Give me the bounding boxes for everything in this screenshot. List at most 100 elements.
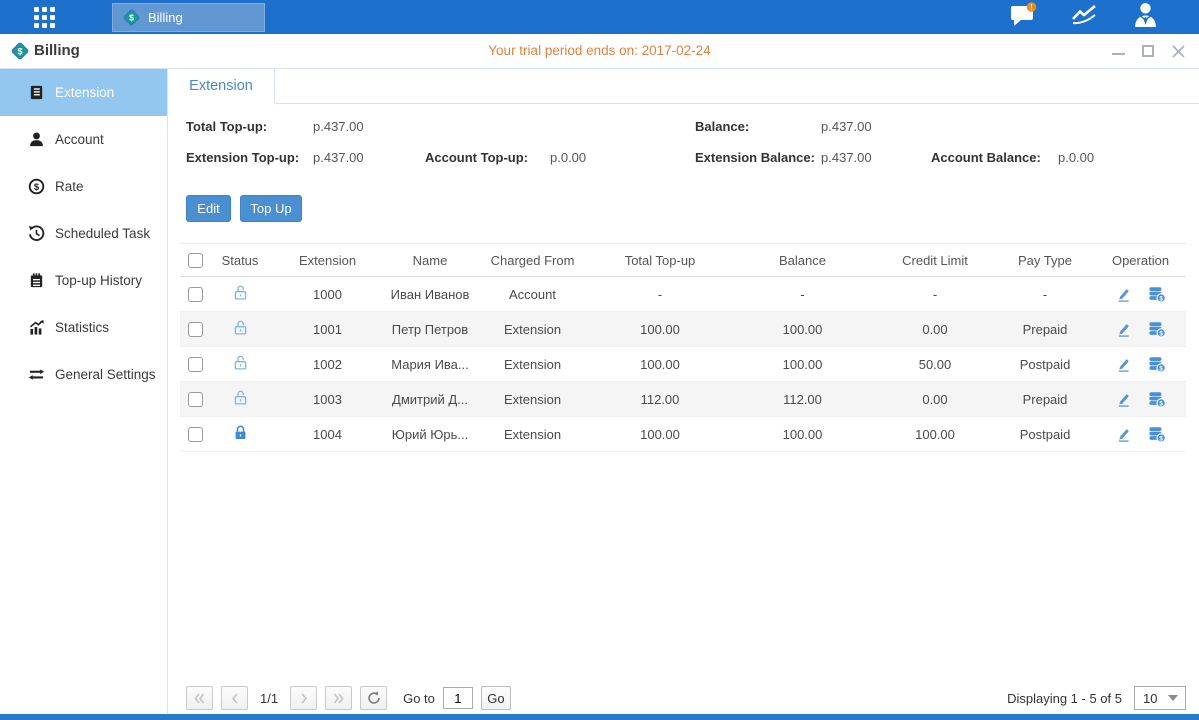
svg-text:$: $ [1159, 400, 1163, 407]
svg-text:!: ! [1030, 3, 1033, 12]
sidebar-item-statistics[interactable]: Statistics [0, 304, 167, 351]
cell-credit-limit: 0.00 [875, 312, 995, 347]
cell-extension: 1001 [270, 312, 385, 347]
window-titlebar: $ Billing Your trial period ends on: 201… [0, 34, 1199, 69]
status-locked-icon [232, 424, 249, 441]
edit-pencil-icon[interactable] [1115, 321, 1132, 338]
edit-pencil-icon[interactable] [1115, 426, 1132, 443]
topup-coins-icon[interactable]: $ [1148, 390, 1166, 408]
sidebar-item-scheduled-task[interactable]: Scheduled Task [0, 210, 167, 257]
cell-name: Юрий Юрь... [385, 417, 475, 452]
first-page-button[interactable] [186, 686, 213, 710]
row-checkbox[interactable] [188, 287, 203, 302]
minimize-button[interactable] [1111, 44, 1125, 58]
edit-pencil-icon[interactable] [1115, 356, 1132, 373]
sidebar-item-topup-history[interactable]: Top-up History [0, 257, 167, 304]
col-extension: Extension [270, 244, 385, 277]
sidebar-item-label: General Settings [55, 367, 156, 382]
cell-charged-from: Account [475, 277, 590, 312]
extension-book-icon [28, 84, 45, 101]
svg-text:$: $ [1159, 435, 1163, 442]
col-total-topup: Total Top-up [590, 244, 730, 277]
statistics-chart-icon[interactable] [1071, 3, 1098, 31]
cell-credit-limit: - [875, 277, 995, 312]
messages-icon[interactable]: ! [1010, 2, 1037, 32]
sidebar-item-extension[interactable]: Extension [0, 69, 167, 116]
balance-label: Balance: [695, 119, 749, 134]
scheduled-task-clock-icon [28, 225, 45, 242]
col-balance: Balance [730, 244, 875, 277]
sidebar-item-account[interactable]: Account [0, 116, 167, 163]
sidebar-item-label: Account [55, 132, 104, 147]
account-topup-label: Account Top-up: [425, 150, 528, 165]
cell-total-topup: 100.00 [590, 312, 730, 347]
edit-button[interactable]: Edit [186, 195, 231, 222]
tab-extension[interactable]: Extension [168, 69, 275, 104]
close-button[interactable] [1171, 44, 1185, 58]
row-checkbox[interactable] [188, 322, 203, 337]
window-bottom-border [0, 714, 1199, 720]
sidebar-item-rate[interactable]: $ Rate [0, 163, 167, 210]
total-topup-value: p.437.00 [313, 119, 364, 134]
extension-table: Status Extension Name Charged From Total… [180, 243, 1186, 452]
cell-total-topup: 100.00 [590, 417, 730, 452]
main-content: Extension Total Top-up: p.437.00 Balance… [168, 69, 1199, 714]
account-balance-label: Account Balance: [931, 150, 1041, 165]
cell-extension: 1000 [270, 277, 385, 312]
cell-extension: 1003 [270, 382, 385, 417]
topup-coins-icon[interactable]: $ [1148, 425, 1166, 443]
row-checkbox[interactable] [188, 392, 203, 407]
cell-pay-type: Postpaid [995, 347, 1095, 382]
trial-notice: Your trial period ends on: 2017-02-24 [0, 34, 1199, 68]
topup-coins-icon[interactable]: $ [1148, 320, 1166, 338]
row-checkbox[interactable] [188, 357, 203, 372]
last-page-button[interactable] [325, 686, 352, 710]
general-settings-sliders-icon [28, 366, 45, 383]
select-all-checkbox[interactable] [188, 253, 203, 268]
cell-credit-limit: 0.00 [875, 382, 995, 417]
cell-total-topup: - [590, 277, 730, 312]
svg-text:$: $ [1159, 365, 1163, 372]
col-operation: Operation [1095, 244, 1186, 277]
extension-balance-label: Extension Balance: [695, 150, 815, 165]
prev-page-button[interactable] [221, 686, 248, 710]
maximize-button[interactable] [1141, 44, 1155, 58]
sidebar-item-general-settings[interactable]: General Settings [0, 351, 167, 398]
go-button[interactable]: Go [481, 686, 511, 710]
pagination-summary: Displaying 1 - 5 of 5 10 [1007, 685, 1186, 711]
refresh-button[interactable] [360, 686, 387, 710]
user-icon[interactable] [1132, 1, 1159, 33]
row-checkbox[interactable] [188, 427, 203, 442]
status-unlocked-icon [232, 319, 249, 336]
cell-charged-from: Extension [475, 382, 590, 417]
table-header-row: Status Extension Name Charged From Total… [180, 244, 1186, 277]
cell-extension: 1002 [270, 347, 385, 382]
goto-page-input[interactable] [443, 687, 473, 709]
total-topup-label: Total Top-up: [186, 119, 267, 134]
sidebar-item-label: Extension [55, 85, 114, 100]
displaying-text: Displaying 1 - 5 of 5 [1007, 691, 1122, 706]
svg-text:$: $ [1159, 295, 1163, 302]
edit-pencil-icon[interactable] [1115, 391, 1132, 408]
cell-total-topup: 112.00 [590, 382, 730, 417]
top-up-button[interactable]: Top Up [240, 195, 302, 222]
page-indicator: 1/1 [256, 691, 282, 706]
next-page-button[interactable] [290, 686, 317, 710]
rate-dollar-icon: $ [28, 178, 45, 195]
taskbar-item-billing[interactable]: $ Billing [112, 3, 265, 32]
cell-charged-from: Extension [475, 347, 590, 382]
page-size-select[interactable]: 10 [1134, 686, 1186, 710]
status-unlocked-icon [232, 354, 249, 371]
cell-pay-type: Prepaid [995, 312, 1095, 347]
table-row: 1002 Мария Ива... Extension 100.00 100.0… [180, 347, 1186, 382]
sidebar-item-label: Top-up History [55, 273, 142, 288]
edit-pencil-icon[interactable] [1115, 286, 1132, 303]
table-row: 1003 Дмитрий Д... Extension 112.00 112.0… [180, 382, 1186, 417]
cell-pay-type: Prepaid [995, 382, 1095, 417]
topup-coins-icon[interactable]: $ [1148, 355, 1166, 373]
table-row: 1000 Иван Иванов Account - - - - $ [180, 277, 1186, 312]
cell-balance: 100.00 [730, 312, 875, 347]
app-grid-icon[interactable] [34, 7, 70, 27]
cell-balance: 100.00 [730, 347, 875, 382]
topup-coins-icon[interactable]: $ [1148, 285, 1166, 303]
